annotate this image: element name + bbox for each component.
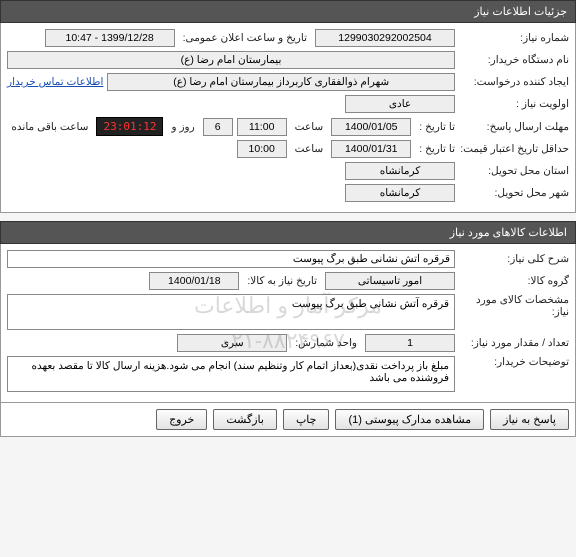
need-info-body: شماره نیاز: تاریخ و ساعت اعلان عمومی: نا… (0, 23, 576, 213)
announce-label: تاریخ و ساعت اعلان عمومی: (179, 32, 311, 44)
row-buyer-device: نام دستگاه خریدار: (7, 51, 569, 69)
goods-title-field (7, 250, 455, 268)
goods-notes-label: توضیحات خریدار: (459, 356, 569, 368)
row-goods-group: گروه کالا: تاریخ نیاز به کالا: (7, 272, 569, 290)
until-label: تا تاریخ : (415, 121, 455, 133)
validity-time-label: ساعت (291, 143, 328, 155)
countdown-timer: 23:01:12 (96, 117, 163, 136)
goods-spec-label: مشخصات کالای مورد نیاز: (459, 294, 569, 318)
validity-label: حداقل تاریخ اعتبار قیمت: (459, 143, 569, 155)
goods-spec-field: قرقره آتش نشانی طبق برگ پیوست (7, 294, 455, 330)
row-goods-spec: مشخصات کالای مورد نیاز: قرقره آتش نشانی … (7, 294, 569, 330)
goods-info-header: اطلاعات کالاهای مورد نیاز (0, 221, 576, 244)
goods-group-field (325, 272, 455, 290)
back-button[interactable]: بازگشت (213, 409, 277, 430)
row-goods-notes: توضیحات خریدار: مبلغ باز پرداخت نقدی(بعد… (7, 356, 569, 392)
requester-label: ایجاد کننده درخواست: (459, 76, 569, 88)
row-delivery-city: شهر محل تحویل: (7, 184, 569, 202)
remain-label: ساعت باقی مانده (7, 121, 92, 133)
requester-field (107, 73, 455, 91)
exit-button[interactable]: خروج (156, 409, 207, 430)
goods-group-label: گروه کالا: (459, 275, 569, 287)
need-info-title: جزئیات اطلاعات نیاز (474, 6, 567, 18)
buyer-device-field (7, 51, 455, 69)
row-delivery-prov: استان محل تحویل: (7, 162, 569, 180)
need-date-field (149, 272, 239, 290)
row-goods-title: شرح کلی نیاز: (7, 250, 569, 268)
days-label: روز و (167, 121, 198, 133)
row-priority: اولویت نیاز : (7, 95, 569, 113)
announce-field (45, 29, 175, 47)
goods-notes-field: مبلغ باز پرداخت نقدی(بعداز اتمام کار وتن… (7, 356, 455, 392)
goods-qty-field (365, 334, 455, 352)
need-number-label: شماره نیاز: (459, 32, 569, 44)
goods-qty-label: تعداد / مقدار مورد نیاز: (459, 337, 569, 349)
deadline-time-label: ساعت (291, 121, 328, 133)
print-button[interactable]: چاپ (283, 409, 330, 430)
respond-button[interactable]: پاسخ به نیاز (490, 409, 569, 430)
unit-label: واحد شمارش: (291, 337, 361, 349)
need-info-header: جزئیات اطلاعات نیاز (0, 0, 576, 23)
row-goods-qty: تعداد / مقدار مورد نیاز: واحد شمارش: (7, 334, 569, 352)
buyer-device-label: نام دستگاه خریدار: (459, 54, 569, 66)
delivery-city-label: شهر محل تحویل: (459, 187, 569, 199)
priority-label: اولویت نیاز : (459, 98, 569, 110)
goods-title-label: شرح کلی نیاز: (459, 253, 569, 265)
row-need-number: شماره نیاز: تاریخ و ساعت اعلان عمومی: (7, 29, 569, 47)
attachments-button[interactable]: مشاهده مدارک پیوستی (1) (335, 409, 484, 430)
need-number-field (315, 29, 455, 47)
priority-field (345, 95, 455, 113)
row-validity: حداقل تاریخ اعتبار قیمت: تا تاریخ : ساعت (7, 140, 569, 158)
goods-info-body: مرکز آمار و اطلاعات ۰۲۱-۸۸۲۴۹۶۷۰ شرح کلی… (0, 244, 576, 403)
deadline-label: مهلت ارسال پاسخ: (459, 121, 569, 133)
validity-until-label: تا تاریخ : (415, 143, 455, 155)
need-date-label: تاریخ نیاز به کالا: (243, 275, 321, 287)
validity-time-field (237, 140, 287, 158)
deadline-date-field (331, 118, 411, 136)
button-bar: پاسخ به نیاز مشاهده مدارک پیوستی (1) چاپ… (0, 403, 576, 437)
delivery-prov-label: استان محل تحویل: (459, 165, 569, 177)
goods-info-title: اطلاعات کالاهای مورد نیاز (450, 227, 567, 239)
row-deadline: مهلت ارسال پاسخ: تا تاریخ : ساعت روز و 2… (7, 117, 569, 136)
delivery-city-field (345, 184, 455, 202)
delivery-prov-field (345, 162, 455, 180)
validity-date-field (331, 140, 411, 158)
unit-field (177, 334, 287, 352)
days-field (203, 118, 233, 136)
contact-link[interactable]: اطلاعات تماس خریدار (7, 76, 103, 88)
row-requester: ایجاد کننده درخواست: اطلاعات تماس خریدار (7, 73, 569, 91)
deadline-time-field (237, 118, 287, 136)
